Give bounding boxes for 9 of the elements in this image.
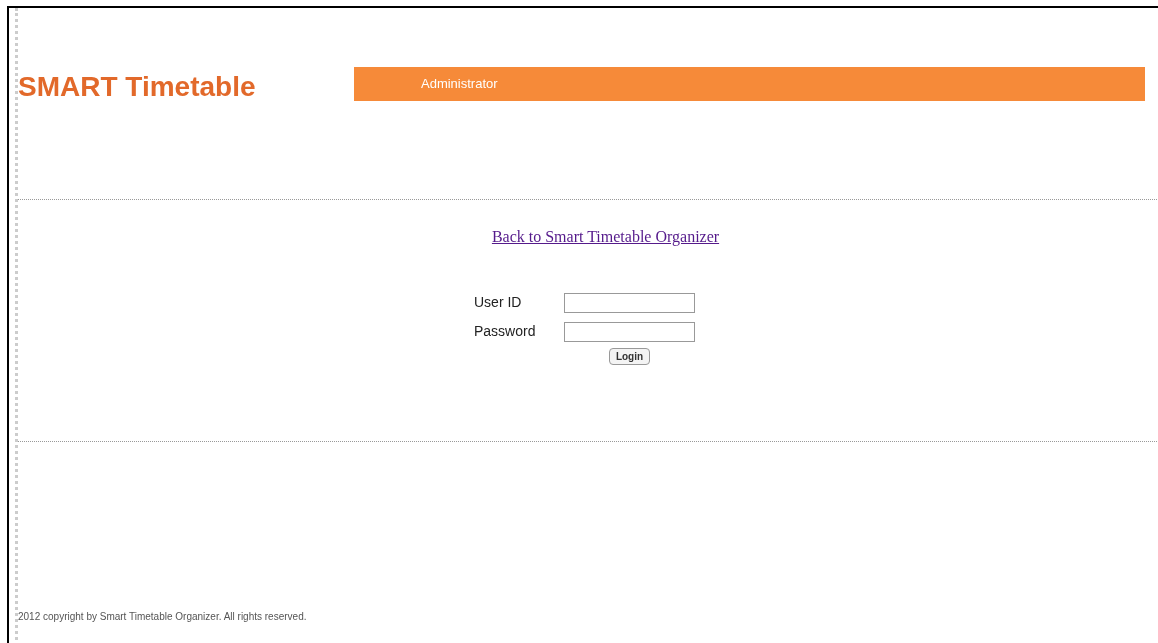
field-label: Password [474,322,537,341]
logo: SMART Timetable [18,70,257,101]
back-link[interactable]: Back to Smart Timetable Organizer [491,225,720,249]
login-button[interactable]: Login [608,348,651,365]
input-field[interactable] [564,321,695,342]
banner-label: Administrator [421,75,498,94]
field-label: User ID [474,293,523,312]
input-field[interactable] [564,292,695,313]
copyright-text: 2012 copyright by Smart Timetable Organizer. All rights reserved. [18,610,308,624]
